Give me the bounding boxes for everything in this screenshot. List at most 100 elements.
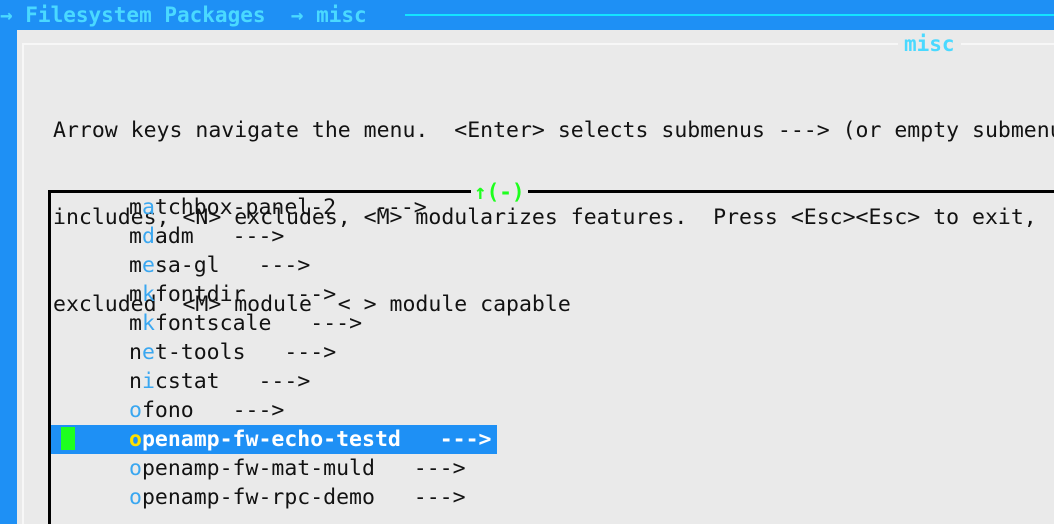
menu-item-arrow-wrap: --->	[246, 340, 337, 365]
menu-item-label-post: cstat	[154, 369, 220, 394]
menu-item-label-post: penamp-fw-mat-muld	[141, 456, 375, 481]
menu-item-gap	[194, 398, 233, 423]
menu-item-gap	[246, 340, 285, 365]
submenu-arrow-icon: --->	[413, 456, 466, 481]
cursor-block-icon	[61, 427, 75, 450]
menu-item-label: mkfontdir	[129, 282, 246, 307]
submenu-arrow-icon: --->	[258, 369, 311, 394]
menu-item-mnemonic: e	[141, 253, 155, 278]
menu-item[interactable]: mkfontdir --->	[51, 280, 1054, 309]
menu-item-mnemonic: o	[129, 427, 142, 452]
menu-item-gap	[271, 311, 310, 336]
menu-item-inner[interactable]: openamp-fw-echo-testd --->	[51, 425, 498, 454]
menu-item-inner[interactable]: mdadm --->	[51, 222, 284, 251]
menu-item-mnemonic: e	[141, 340, 155, 365]
menu-item[interactable]: mdadm --->	[51, 222, 1054, 251]
menu-item[interactable]: net-tools --->	[51, 338, 1054, 367]
menu-item-inner[interactable]: net-tools --->	[51, 338, 336, 367]
menu-item-gap	[375, 485, 414, 510]
menu-item-label-post: fontscale	[154, 311, 272, 336]
menu-item-label-post: fono	[141, 398, 194, 423]
menu-item[interactable]: openamp-fw-mat-muld --->	[51, 454, 1054, 483]
menu-item-inner[interactable]: ofono --->	[51, 396, 284, 425]
breadcrumb-bar: → Filesystem Packages → misc	[0, 0, 1054, 30]
menu-item-gap	[336, 195, 375, 220]
menu-item-label-post: fontdir	[154, 282, 246, 307]
dialog-title: misc	[898, 31, 961, 57]
breadcrumb-rule	[405, 14, 1054, 16]
submenu-arrow-icon: --->	[232, 224, 285, 249]
menu-item-label: matchbox-panel-2	[129, 195, 336, 220]
submenu-arrow-icon: --->	[374, 195, 427, 220]
menu-list[interactable]: matchbox-panel-2 ---> mdadm ---> mesa-gl -…	[51, 193, 1054, 512]
menu-item-inner[interactable]: matchbox-panel-2 --->	[51, 193, 427, 222]
menu-item-inner[interactable]: nicstat --->	[51, 367, 310, 396]
menu-item-inner[interactable]: mkfontdir --->	[51, 280, 336, 309]
menu-item-label-pre: m	[129, 311, 142, 336]
menu-item-arrow-wrap: --->	[246, 282, 337, 307]
help-line-1: Arrow keys navigate the menu. <Enter> se…	[53, 118, 1054, 143]
left-gutter-strip	[0, 30, 17, 524]
menu-item-mnemonic: k	[141, 282, 155, 307]
menu-item-label-pre: m	[129, 282, 142, 307]
menu-item-label: net-tools	[129, 340, 246, 365]
terminal-screen: → Filesystem Packages → misc misc Arrow …	[0, 0, 1054, 524]
menu-item-label: mkfontscale	[129, 311, 271, 336]
menu-item-arrow-wrap: --->	[375, 485, 466, 510]
menu-item-label: openamp-fw-rpc-demo	[129, 485, 375, 510]
menu-item-label-pre: m	[129, 224, 142, 249]
menu-item-label: mdadm	[129, 224, 194, 249]
menu-item[interactable]: nicstat --->	[51, 367, 1054, 396]
menu-item[interactable]: openamp-fw-echo-testd --->	[51, 425, 1054, 454]
menu-item-label-post: sa-gl	[154, 253, 220, 278]
menu-item-arrow-wrap: --->	[220, 369, 311, 394]
menu-item-arrow-wrap: --->	[220, 253, 311, 278]
submenu-arrow-icon: --->	[439, 427, 492, 452]
submenu-arrow-icon: --->	[284, 282, 337, 307]
menu-item-gap	[375, 456, 414, 481]
menu-item[interactable]: ofono --->	[51, 396, 1054, 425]
menu-item-mnemonic: d	[141, 224, 155, 249]
menu-item-inner[interactable]: openamp-fw-mat-muld --->	[51, 454, 466, 483]
menu-item-arrow-wrap: --->	[336, 195, 427, 220]
submenu-arrow-icon: --->	[258, 253, 311, 278]
menu-item-label: openamp-fw-mat-muld	[129, 456, 375, 481]
submenu-arrow-icon: --->	[232, 398, 285, 423]
menu-item-label: mesa-gl	[129, 253, 220, 278]
menu-item-arrow-wrap: --->	[194, 398, 285, 423]
menu-item-inner[interactable]: openamp-fw-rpc-demo --->	[51, 483, 466, 512]
menu-item-inner[interactable]: mkfontscale --->	[51, 309, 362, 338]
menu-item-mnemonic: o	[129, 456, 142, 481]
menu-item-label-pre: n	[129, 340, 142, 365]
menu-item[interactable]: mkfontscale --->	[51, 309, 1054, 338]
menu-item-label-pre: m	[129, 253, 142, 278]
dialog-frame-left	[22, 43, 24, 524]
menu-item-label-post: penamp-fw-rpc-demo	[141, 485, 375, 510]
menu-item-mnemonic: i	[141, 369, 155, 394]
menu-item-mnemonic: a	[141, 195, 155, 220]
menu-item-label-post: adm	[154, 224, 194, 249]
menu-box: ↑(-) matchbox-panel-2 ---> mdadm ---> mesa…	[48, 179, 1054, 524]
menu-item-label-post: t-tools	[154, 340, 246, 365]
menu-item[interactable]: matchbox-panel-2 --->	[51, 193, 1054, 222]
menu-item-mnemonic: o	[129, 485, 142, 510]
menu-item[interactable]: openamp-fw-rpc-demo --->	[51, 483, 1054, 512]
breadcrumb[interactable]: → Filesystem Packages → misc	[0, 0, 367, 30]
menu-item-label-pre: n	[129, 369, 142, 394]
menu-item-arrow-wrap: --->	[194, 224, 285, 249]
menu-item-gap	[220, 253, 259, 278]
menu-item-gap	[194, 224, 233, 249]
submenu-arrow-icon: --->	[284, 340, 337, 365]
menu-item-gap	[220, 369, 259, 394]
menu-item-arrow-wrap: --->	[375, 456, 466, 481]
menu-item-label: openamp-fw-echo-testd	[75, 427, 401, 452]
menu-item-label-pre: m	[129, 195, 142, 220]
submenu-arrow-icon: --->	[413, 485, 466, 510]
menu-item-label: ofono	[129, 398, 194, 423]
menu-item-mnemonic: o	[129, 398, 142, 423]
menu-item[interactable]: mesa-gl --->	[51, 251, 1054, 280]
menu-item-gap	[246, 282, 285, 307]
menu-item-inner[interactable]: mesa-gl --->	[51, 251, 310, 280]
submenu-arrow-icon: --->	[310, 311, 363, 336]
menu-item-label-post: penamp-fw-echo-testd	[141, 427, 401, 452]
